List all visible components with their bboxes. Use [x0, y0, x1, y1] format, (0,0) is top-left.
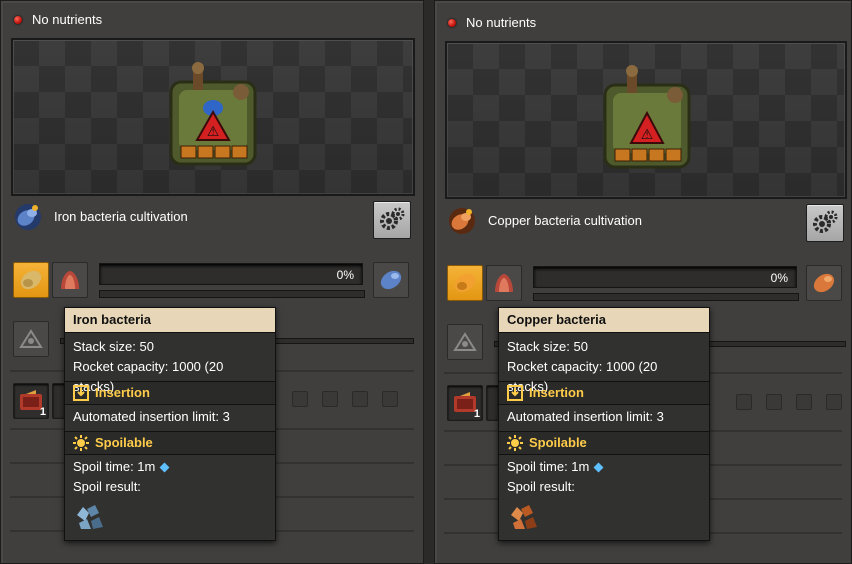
- progress-text: 0%: [770, 271, 788, 285]
- item-tooltip-left: Iron bacteria Stack size: 50 Rocket capa…: [64, 307, 276, 541]
- secondary-progress-bar: [533, 293, 799, 301]
- module-slot-empty-3[interactable]: [352, 391, 368, 407]
- nutrients-icon: [495, 274, 513, 292]
- progress-bar: 0%: [99, 263, 363, 285]
- module-count: 1: [473, 408, 480, 420]
- module-slot-1[interactable]: 1: [13, 383, 49, 419]
- tooltip-spoilable-section: Spoilable Spoil time: 1m Spoil result:: [499, 431, 709, 540]
- input-toggle-button[interactable]: [13, 321, 49, 357]
- progress-text: 0%: [336, 268, 354, 282]
- tooltip-spoilable-section: Spoilable Spoil time: 1m Spoil result:: [65, 431, 275, 540]
- recipe-row[interactable]: Iron bacteria cultivation: [12, 200, 188, 232]
- diamond-icon: [593, 462, 604, 473]
- spoil-result: Spoil result:: [507, 479, 575, 494]
- status-text: No nutrients: [466, 15, 537, 30]
- input-slot-nutrients[interactable]: [52, 262, 88, 298]
- tooltip-title: Copper bacteria: [499, 308, 709, 332]
- module-count: 1: [39, 406, 46, 418]
- svg-text:⚠: ⚠: [207, 124, 220, 140]
- module-slot-empty-1[interactable]: [292, 391, 308, 407]
- status-red-dot-icon: [14, 15, 22, 24]
- spoil-time-row: Spoil time: 1m: [499, 455, 709, 477]
- input-slot-iron-bacteria[interactable]: [13, 262, 49, 298]
- recipe-label: Iron bacteria cultivation: [54, 208, 188, 224]
- output-slot-copper-bacteria[interactable]: [806, 265, 842, 301]
- rocket-capacity: Rocket capacity: 1000 (20 stacks): [73, 359, 224, 394]
- tooltip-insertion-section: Insertion Automated insertion limit: 3: [499, 381, 709, 431]
- status-row: No nutrients: [448, 15, 536, 30]
- insertion-icon: [73, 385, 89, 401]
- copper-bacteria-output-icon: [813, 273, 835, 293]
- stack-size: Stack size: 50: [73, 339, 154, 354]
- gears-icon: [813, 210, 838, 233]
- biochamber-machine-icon: ⚠: [603, 65, 691, 169]
- diamond-icon: [159, 462, 170, 473]
- spoilable-icon: [507, 435, 523, 451]
- spoilable-title: Spoilable: [529, 435, 587, 450]
- input-slot-copper-bacteria[interactable]: [447, 265, 483, 301]
- machine-preview[interactable]: ⚠: [11, 38, 415, 196]
- module-slot-empty-2[interactable]: [322, 391, 338, 407]
- copper-bacteria-icon: [454, 273, 476, 293]
- progress-bar: 0%: [533, 266, 797, 288]
- iron-bacteria-recipe-icon: [15, 204, 41, 230]
- recipe-settings-button[interactable]: [373, 201, 411, 239]
- insertion-limit: Automated insertion limit: 3: [507, 409, 664, 424]
- rocket-capacity: Rocket capacity: 1000 (20 stacks): [507, 359, 658, 394]
- recipe-label: Copper bacteria cultivation: [488, 212, 642, 228]
- iron-bacteria-output-icon: [380, 270, 402, 290]
- spoilable-icon: [73, 435, 89, 451]
- module-slot-empty-2[interactable]: [766, 394, 782, 410]
- input-toggle-button[interactable]: [447, 324, 483, 360]
- machine-preview[interactable]: ⚠: [445, 41, 847, 199]
- tooltip-basic-info: Stack size: 50 Rocket capacity: 1000 (20…: [499, 332, 709, 394]
- status-text: No nutrients: [32, 12, 103, 27]
- output-slot-iron-bacteria[interactable]: [373, 262, 409, 298]
- spoil-time: Spoil time: 1m: [507, 459, 590, 474]
- iron-bacteria-icon: [20, 270, 42, 290]
- tooltip-insertion-section: Insertion Automated insertion limit: 3: [65, 381, 275, 431]
- tooltip-basic-info: Stack size: 50 Rocket capacity: 1000 (20…: [65, 332, 275, 394]
- insertion-title: Insertion: [95, 385, 150, 400]
- module-slot-empty-4[interactable]: [382, 391, 398, 407]
- tooltip-title: Iron bacteria: [65, 308, 275, 332]
- module-slot-empty-3[interactable]: [796, 394, 812, 410]
- module-slot-empty-1[interactable]: [736, 394, 752, 410]
- status-red-dot-icon: [448, 18, 456, 27]
- spoil-time: Spoil time: 1m: [73, 459, 156, 474]
- copper-bacteria-recipe-icon: [449, 208, 475, 234]
- svg-text:⚠: ⚠: [641, 127, 654, 143]
- spoil-result: Spoil result:: [73, 479, 141, 494]
- status-row: No nutrients: [14, 12, 102, 27]
- inserter-symbol-icon: [453, 332, 477, 351]
- biochamber-machine-icon: ⚠: [169, 62, 257, 166]
- input-slot-nutrients[interactable]: [486, 265, 522, 301]
- insertion-title: Insertion: [529, 385, 584, 400]
- recipe-settings-button[interactable]: [806, 204, 844, 242]
- module-slot-1[interactable]: 1: [447, 385, 483, 421]
- spoil-time-row: Spoil time: 1m: [65, 455, 275, 477]
- module-slot-empty-4[interactable]: [826, 394, 842, 410]
- stack-size: Stack size: 50: [507, 339, 588, 354]
- nutrients-icon: [61, 271, 79, 289]
- item-tooltip-right: Copper bacteria Stack size: 50 Rocket ca…: [498, 307, 710, 541]
- spoilable-title: Spoilable: [95, 435, 153, 450]
- iron-ore-icon: [77, 505, 103, 529]
- inserter-symbol-icon: [19, 329, 43, 348]
- gears-icon: [380, 207, 405, 230]
- copper-ore-icon: [511, 505, 537, 529]
- recipe-row[interactable]: Copper bacteria cultivation: [446, 204, 642, 236]
- secondary-progress-bar: [99, 290, 365, 298]
- insertion-icon: [507, 385, 523, 401]
- insertion-limit: Automated insertion limit: 3: [73, 409, 230, 424]
